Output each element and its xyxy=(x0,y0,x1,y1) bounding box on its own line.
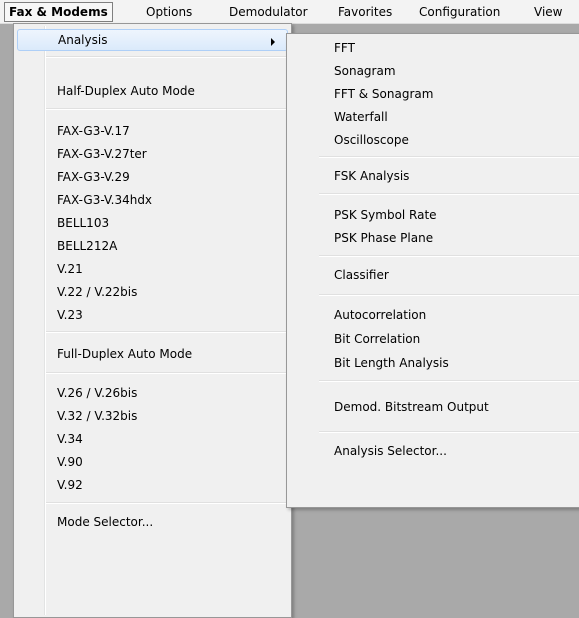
menu-separator xyxy=(319,380,579,382)
submenu-arrow-icon xyxy=(271,38,275,46)
menu-item-v26[interactable]: V.26 / V.26bis xyxy=(17,382,288,404)
menu-item-v92[interactable]: V.92 xyxy=(17,474,288,496)
menu-item-fax-g3-v34hdx[interactable]: FAX-G3-V.34hdx xyxy=(17,189,288,211)
submenu-item-sonagram[interactable]: Sonagram xyxy=(290,60,579,82)
menu-item-fax-g3-v27ter[interactable]: FAX-G3-V.27ter xyxy=(17,143,288,165)
submenu-item-fft-sonagram[interactable]: FFT & Sonagram xyxy=(290,83,579,105)
menu-item-half-duplex-auto-mode[interactable]: Half-Duplex Auto Mode xyxy=(17,80,288,102)
menu-separator xyxy=(319,193,579,195)
menu-separator xyxy=(46,372,288,374)
workspace-background xyxy=(292,509,579,612)
submenu-item-waterfall[interactable]: Waterfall xyxy=(290,106,579,128)
menu-item-bell103[interactable]: BELL103 xyxy=(17,212,288,234)
menu-separator xyxy=(46,56,288,58)
fax-modems-dropdown: Analysis Half-Duplex Auto Mode FAX-G3-V.… xyxy=(13,23,292,618)
submenu-item-psk-phase-plane[interactable]: PSK Phase Plane xyxy=(290,227,579,249)
menu-item-bell212a[interactable]: BELL212A xyxy=(17,235,288,257)
menu-separator xyxy=(319,255,579,257)
menu-item-mode-selector[interactable]: Mode Selector... xyxy=(17,511,288,533)
menu-item-v34[interactable]: V.34 xyxy=(17,428,288,450)
menu-item-v32[interactable]: V.32 / V.32bis xyxy=(17,405,288,427)
submenu-item-classifier[interactable]: Classifier xyxy=(290,264,579,286)
menu-item-v90[interactable]: V.90 xyxy=(17,451,288,473)
menu-item-fax-g3-v29[interactable]: FAX-G3-V.29 xyxy=(17,166,288,188)
menu-item-v23[interactable]: V.23 xyxy=(17,304,288,326)
menu-item-label: Analysis xyxy=(58,33,108,47)
submenu-item-autocorrelation[interactable]: Autocorrelation xyxy=(290,304,579,326)
menu-separator xyxy=(319,156,579,158)
menu-options[interactable]: Options xyxy=(146,4,192,20)
submenu-item-oscilloscope[interactable]: Oscilloscope xyxy=(290,129,579,151)
menu-item-v21[interactable]: V.21 xyxy=(17,258,288,280)
submenu-item-demod-bitstream-output[interactable]: Demod. Bitstream Output xyxy=(290,396,579,418)
menu-configuration[interactable]: Configuration xyxy=(419,4,500,20)
menu-separator xyxy=(319,431,579,433)
menu-item-analysis[interactable]: Analysis xyxy=(17,29,288,51)
menu-bar: Fax & Modems Options Demodulator Favorit… xyxy=(0,0,579,24)
submenu-item-analysis-selector[interactable]: Analysis Selector... xyxy=(290,440,579,462)
menu-separator xyxy=(46,502,288,504)
analysis-submenu: FFT Sonagram FFT & Sonagram Waterfall Os… xyxy=(286,33,579,508)
submenu-item-bit-length-analysis[interactable]: Bit Length Analysis xyxy=(290,352,579,374)
menu-separator xyxy=(46,331,288,333)
submenu-item-bit-correlation[interactable]: Bit Correlation xyxy=(290,328,579,350)
menu-view[interactable]: View xyxy=(534,4,562,20)
menu-item-v22[interactable]: V.22 / V.22bis xyxy=(17,281,288,303)
submenu-item-fft[interactable]: FFT xyxy=(290,37,579,59)
submenu-item-psk-symbol-rate[interactable]: PSK Symbol Rate xyxy=(290,204,579,226)
menu-separator xyxy=(46,108,288,110)
menu-item-full-duplex-auto-mode[interactable]: Full-Duplex Auto Mode xyxy=(17,343,288,365)
menu-demodulator[interactable]: Demodulator xyxy=(229,4,308,20)
menu-fax-modems[interactable]: Fax & Modems xyxy=(4,2,113,22)
menu-favorites[interactable]: Favorites xyxy=(338,4,392,20)
submenu-item-fsk-analysis[interactable]: FSK Analysis xyxy=(290,165,579,187)
menu-item-fax-g3-v17[interactable]: FAX-G3-V.17 xyxy=(17,120,288,142)
menu-separator xyxy=(319,294,579,296)
